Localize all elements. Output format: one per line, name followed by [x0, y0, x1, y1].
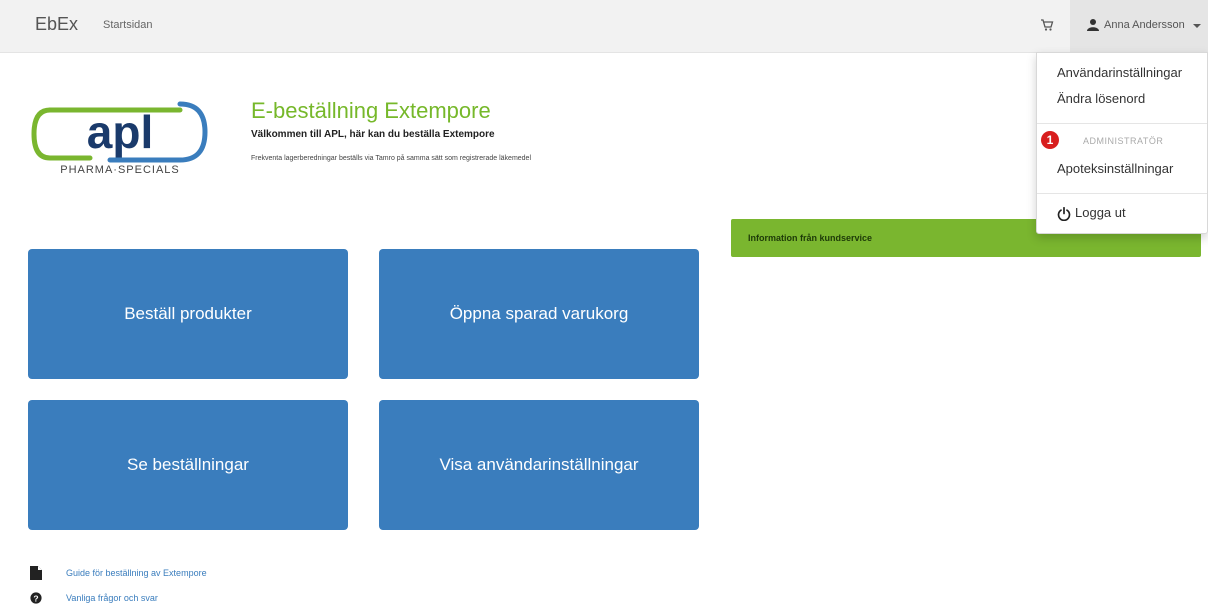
logo-subtitle: PHARMA·SPECIALS [60, 164, 180, 176]
user-icon [1087, 19, 1099, 31]
menu-item-change-password[interactable]: Ändra lösenord [1057, 91, 1145, 106]
brand-link[interactable]: EbEx [35, 14, 78, 35]
user-name: Anna Andersson [1104, 19, 1185, 31]
svg-text:?: ? [33, 593, 38, 603]
question-circle-icon: ? [30, 592, 42, 604]
info-note: Frekventa lagerberedningar beställs via … [251, 155, 532, 162]
menu-item-pharmacy-settings[interactable]: Apoteksinställningar [1057, 161, 1173, 176]
order-products-button[interactable]: Beställ produkter [28, 249, 348, 379]
nav-link-home[interactable]: Startsidan [103, 19, 153, 31]
page-title: E-beställning Extempore [251, 98, 491, 123]
user-menu-toggle[interactable]: Anna Andersson [1070, 0, 1208, 52]
admin-section-header: ADMINISTRATÖR [1083, 136, 1164, 146]
shopping-cart-icon[interactable] [1040, 18, 1054, 32]
faq-link[interactable]: Vanliga frågor och svar [66, 593, 158, 603]
svg-text:apl: apl [87, 106, 153, 158]
open-saved-cart-button[interactable]: Öppna sparad varukorg [379, 249, 699, 379]
menu-item-user-settings[interactable]: Användarinställningar [1057, 65, 1182, 80]
welcome-text: Välkommen till APL, här kan du beställa … [251, 129, 495, 140]
document-icon [30, 566, 42, 580]
top-navbar: EbEx Startsidan Anna Andersson [0, 0, 1208, 53]
guide-link[interactable]: Guide för beställning av Extempore [66, 568, 207, 578]
menu-divider [1037, 193, 1207, 194]
user-dropdown-menu: Användarinställningar Ändra lösenord 1 A… [1036, 52, 1208, 234]
chevron-down-icon [1193, 24, 1201, 28]
user-settings-button[interactable]: Visa användarinställningar [379, 400, 699, 530]
power-icon [1057, 207, 1071, 221]
logout-link[interactable]: Logga ut [1075, 205, 1126, 220]
view-orders-button[interactable]: Se beställningar [28, 400, 348, 530]
step-badge: 1 [1041, 131, 1059, 149]
menu-divider [1037, 123, 1207, 124]
info-panel-title: Information från kundservice [748, 233, 873, 243]
